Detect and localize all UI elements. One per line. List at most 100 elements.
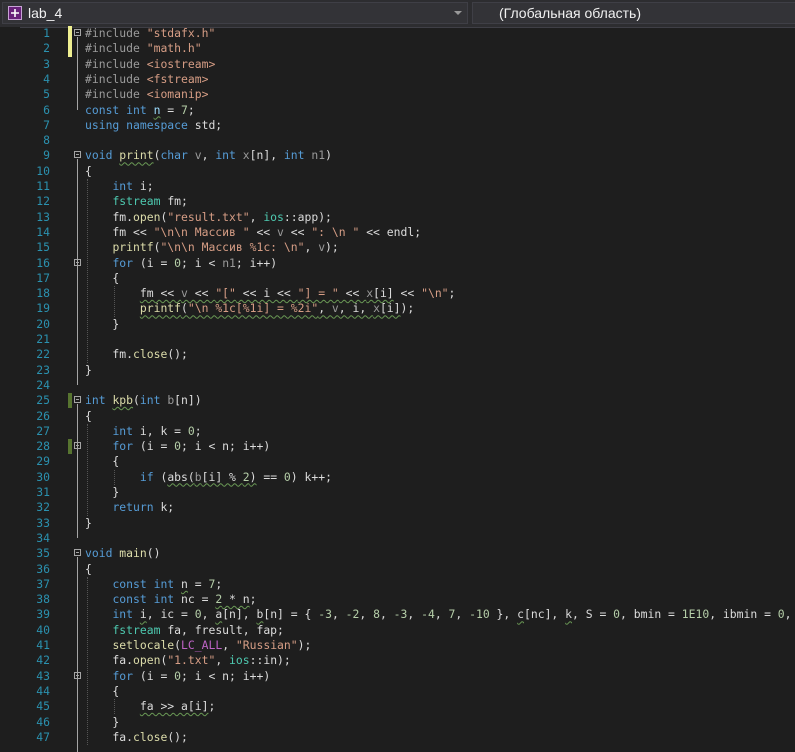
code-line[interactable]: 45 fa >> a[i];	[0, 699, 795, 714]
code-token: int	[85, 393, 113, 408]
code-line[interactable]: 28 for (i = 0; i < n; i++)	[0, 439, 795, 455]
collapse-icon[interactable]	[74, 396, 81, 404]
code-token: for	[112, 668, 140, 683]
code-token: fa.	[85, 729, 134, 744]
collapse-icon[interactable]	[74, 151, 81, 159]
code-token: 7	[181, 102, 188, 117]
code-token: =	[187, 576, 209, 591]
code-text: {	[85, 164, 92, 179]
code-line[interactable]: 11 int i;	[0, 179, 795, 194]
code-line[interactable]: 32 return k;	[0, 500, 795, 515]
code-line[interactable]: 34	[0, 531, 795, 546]
code-line[interactable]: 2 #include "math.h"	[0, 41, 795, 57]
code-line[interactable]: 19 printf("\n %1c[%1i] = %2i", v, i, x[i…	[0, 301, 795, 316]
code-token: LC_ALL	[181, 638, 223, 652]
code-editor[interactable]: 1 #include "stdafx.h" 2 #include "math.h" 3 #…	[0, 26, 795, 752]
code-line[interactable]: 6 const int n = 7;	[0, 103, 795, 118]
code-line[interactable]: 33}	[0, 516, 795, 531]
code-token: (	[133, 393, 140, 408]
code-text: return k;	[85, 500, 174, 515]
code-line[interactable]: 43 for (i = 0; i < n; i++)	[0, 669, 795, 684]
code-line[interactable]: 21	[0, 332, 795, 347]
code-line[interactable]: 36 {	[0, 562, 795, 577]
change-marker	[68, 439, 72, 455]
code-line[interactable]: 26 {	[0, 409, 795, 424]
code-text: #include <iostream>	[85, 57, 215, 72]
code-line[interactable]: 14 fm << "\n\n Массив " << v << ": \n " …	[0, 225, 795, 240]
code-text: {	[85, 684, 119, 699]
code-token: (	[174, 638, 182, 652]
line-number: 23	[36, 362, 50, 377]
collapse-icon[interactable]	[74, 549, 81, 557]
code-token: int	[283, 148, 312, 163]
code-line[interactable]: 10 {	[0, 164, 795, 179]
line-number: 46	[36, 714, 50, 729]
code-text: void print(char v, int x[n], int n1)	[85, 148, 332, 163]
code-line[interactable]: 4 #include <fstream>	[0, 72, 795, 87]
code-line[interactable]: 23}	[0, 363, 795, 378]
code-line[interactable]: 25 int kpb(int b[n])	[0, 393, 795, 409]
code-line[interactable]: 46 }	[0, 715, 795, 730]
code-line[interactable]: 12 fstream fm;	[0, 194, 795, 209]
code-token: ;	[187, 102, 195, 117]
code-line[interactable]: 37 const int n = 7;	[0, 577, 795, 592]
collapse-icon[interactable]	[74, 29, 81, 36]
code-token: ios	[229, 653, 250, 668]
code-line[interactable]: 27 int i, k = 0;	[0, 424, 795, 439]
code-line[interactable]: 42 fa.open("1.txt", ios::in);	[0, 653, 795, 668]
code-line[interactable]: 18 fm << v << "[" << i << "] = " << x[i]…	[0, 286, 795, 301]
code-text: int kpb(int b[n])	[85, 393, 202, 408]
code-text: const int n = 7;	[85, 103, 195, 118]
code-line[interactable]: 38 const int nc = 2 * n;	[0, 592, 795, 607]
code-token: }	[85, 515, 92, 530]
code-line[interactable]: 16 for (i = 0; i < n1; i++)	[0, 256, 795, 271]
scope-dropdown[interactable]: (Глобальная область)	[472, 2, 795, 24]
code-line[interactable]: 9 void print(char v, int x[n], int n1)	[0, 148, 795, 163]
project-name: lab_4	[28, 5, 63, 21]
code-line[interactable]: 35 void main()	[0, 546, 795, 561]
code-line[interactable]: 31 }	[0, 485, 795, 500]
line-number: 38	[36, 592, 50, 607]
code-line[interactable]: 30 if (abs(b[i] % 2) == 0) k++;	[0, 470, 795, 485]
code-token: 0	[613, 607, 621, 622]
code-line[interactable]: 13 fm.open("result.txt", ios::app);	[0, 210, 795, 225]
project-dropdown[interactable]: lab_4	[2, 2, 468, 24]
code-token: <<	[187, 286, 216, 301]
code-token: -3	[318, 607, 332, 622]
code-token: }	[85, 714, 120, 729]
code-line[interactable]: 44 {	[0, 684, 795, 699]
code-line[interactable]: 5 #include <iomanip>	[0, 87, 795, 102]
code-line[interactable]: 29 {	[0, 454, 795, 469]
code-token: 2	[242, 469, 250, 484]
code-line[interactable]: 1 #include "stdafx.h"	[0, 26, 795, 42]
code-line[interactable]: 3 #include <iostream>	[0, 57, 795, 72]
code-token: ,	[318, 301, 332, 316]
code-token: fa, fresult, fap;	[167, 622, 284, 637]
line-number: 20	[36, 316, 50, 331]
code-line[interactable]: 39 int i, ic = 0, a[n], b[n] = { -3, -2,…	[0, 607, 795, 622]
code-token: }	[85, 485, 120, 499]
code-text: using namespace std;	[85, 118, 222, 133]
code-line[interactable]: 8	[0, 133, 795, 148]
line-number: 44	[36, 683, 50, 698]
code-line[interactable]: 41 setlocale(LC_ALL, "Russian");	[0, 638, 795, 653]
fold-region-line	[77, 266, 78, 339]
code-line[interactable]: 7 using namespace std;	[0, 118, 795, 133]
code-token: }	[85, 316, 120, 331]
code-line[interactable]: 24	[0, 378, 795, 393]
code-text: const int n = 7;	[85, 577, 222, 592]
code-token: v	[194, 148, 202, 163]
code-line[interactable]: 22 fm.close();	[0, 347, 795, 362]
code-line[interactable]: 20 }	[0, 317, 795, 332]
line-number: 45	[36, 699, 50, 714]
code-line[interactable]: 47 fa.close();	[0, 730, 795, 745]
code-line[interactable]: 17 {	[0, 271, 795, 286]
indent-guide	[114, 286, 116, 317]
code-token: abs(	[167, 469, 195, 484]
chevron-down-icon[interactable]	[454, 11, 462, 15]
code-line[interactable]: 15 printf("\n\n Массив %1c: \n", v);	[0, 240, 795, 255]
code-token: <fstream>	[146, 71, 209, 86]
code-token: "] = "	[297, 286, 339, 301]
code-line[interactable]: 40 fstream fa, fresult, fap;	[0, 623, 795, 638]
